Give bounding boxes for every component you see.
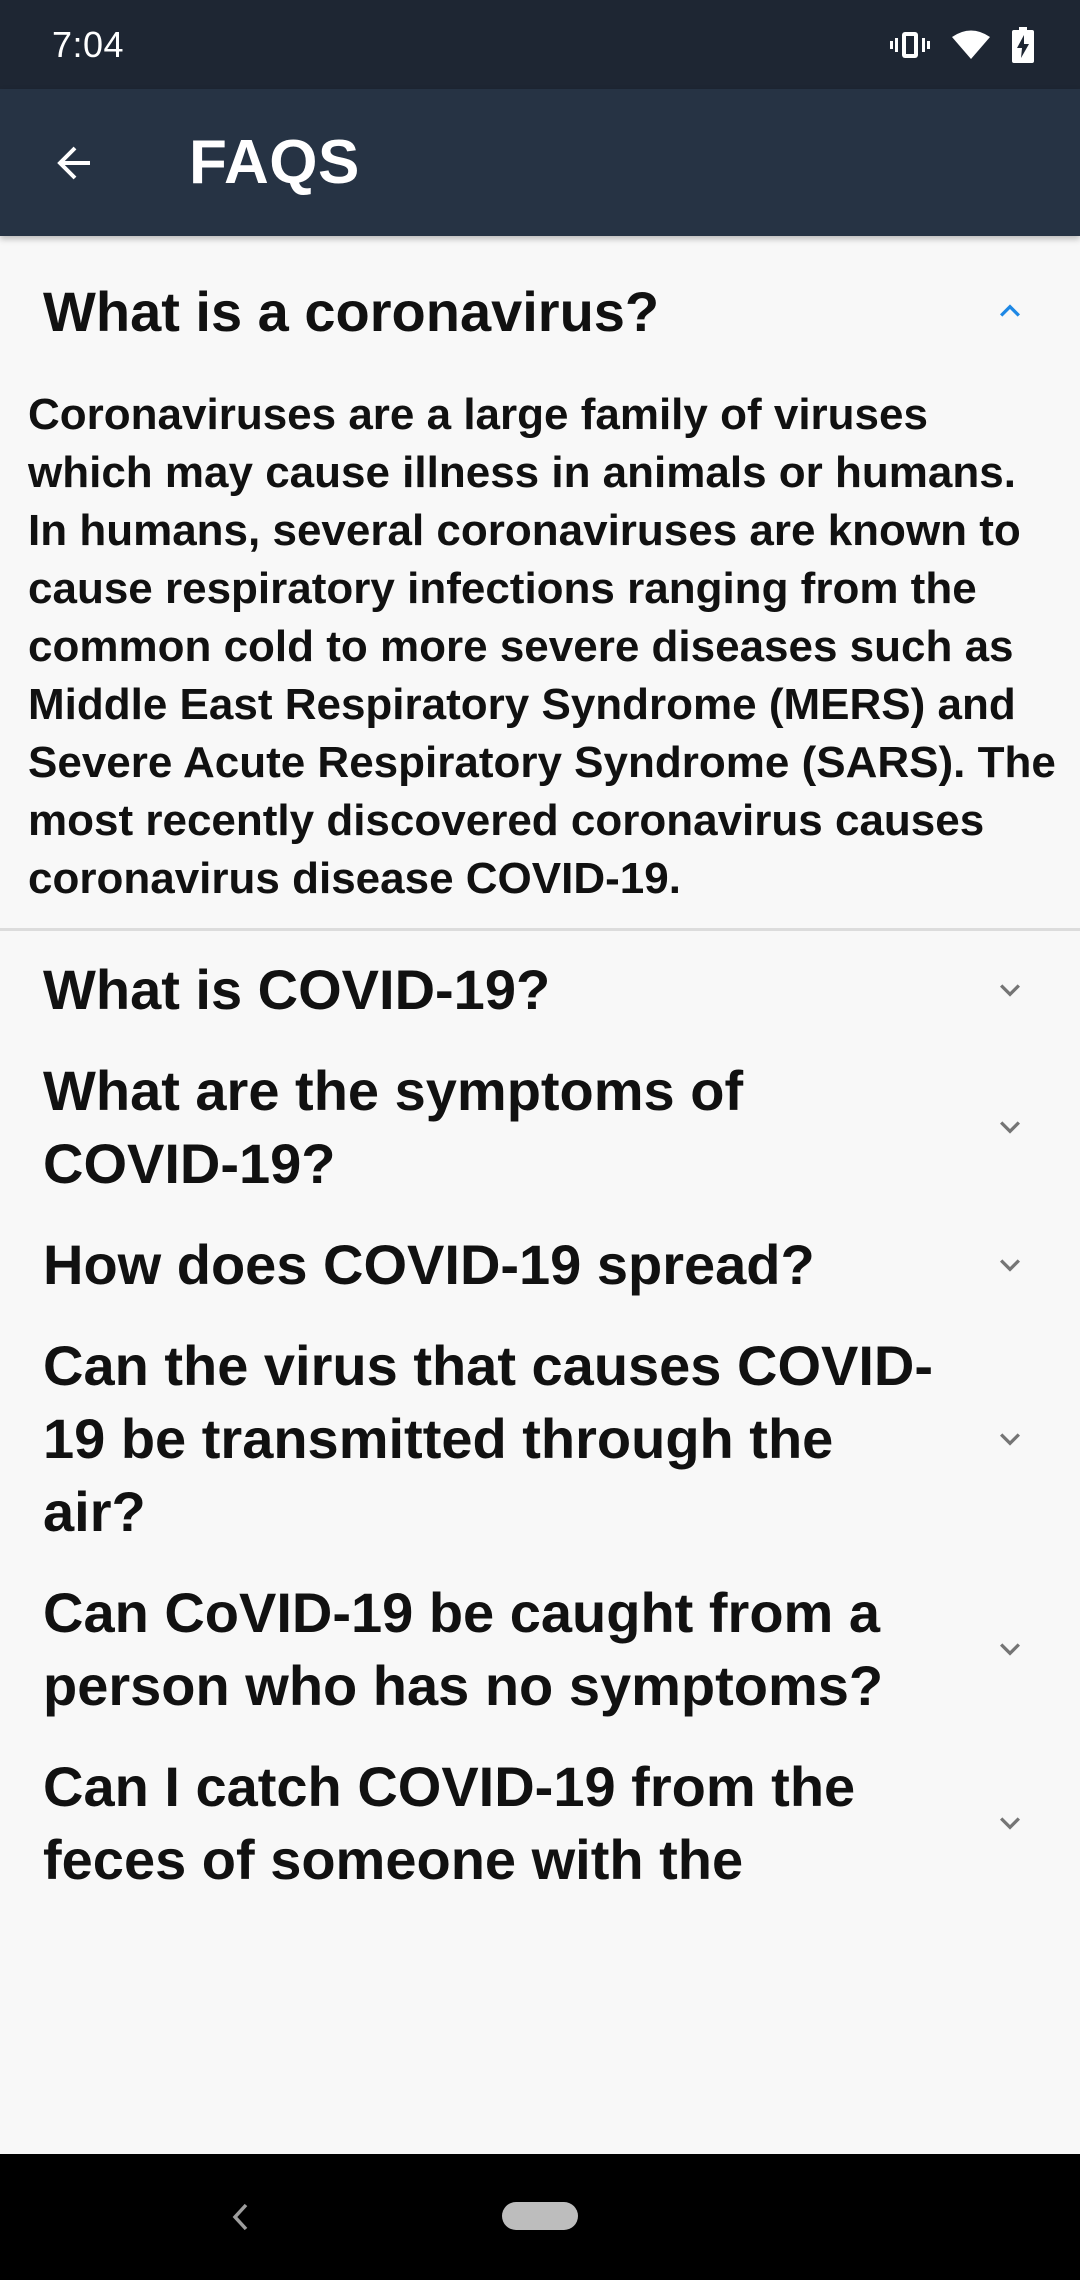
chevron-down-icon [986, 1415, 1034, 1463]
faq-item[interactable]: How does COVID-19 spread? [0, 1214, 1080, 1315]
faq-question: Can CoVID-19 be caught from a person who… [43, 1581, 884, 1717]
back-button[interactable] [26, 115, 122, 211]
faq-item[interactable]: Can I catch COVID-19 from the feces of s… [0, 1736, 1080, 1910]
faq-question: How does COVID-19 spread? [43, 1233, 815, 1296]
chevron-down-icon [986, 966, 1034, 1014]
status-time: 7:04 [52, 23, 125, 65]
chevron-down-icon [986, 1625, 1034, 1673]
faq-item: What is a coronavirus? Coronaviruses are… [0, 236, 1080, 931]
faq-question: What is a coronavirus? [43, 279, 660, 343]
chevron-down-icon [986, 1241, 1034, 1289]
faq-question: What is COVID-19? [43, 958, 551, 1021]
faq-item[interactable]: What are the symptoms of COVID-19? [0, 1040, 1080, 1214]
faq-header[interactable]: What are the symptoms of COVID-19? [0, 1040, 1080, 1214]
faq-item[interactable]: Can the virus that causes COVID-19 be tr… [0, 1315, 1080, 1562]
divider [0, 928, 1080, 931]
arrow-back-icon [57, 146, 90, 179]
battery-charging-icon [1012, 26, 1034, 63]
vibrate-icon [890, 30, 930, 60]
faq-header[interactable]: Can CoVID-19 be caught from a person who… [0, 1562, 1080, 1736]
navigation-bar [0, 2154, 1080, 2280]
faq-question: Can the virus that causes COVID-19 be tr… [43, 1334, 934, 1543]
home-pill-button[interactable] [502, 2202, 578, 2230]
faq-list[interactable]: What is a coronavirus? Coronaviruses are… [0, 236, 1080, 2154]
wifi-icon [952, 30, 990, 60]
faq-answer: Coronaviruses are a large family of viru… [28, 390, 1056, 903]
faq-header[interactable]: Can the virus that causes COVID-19 be tr… [0, 1315, 1080, 1562]
faq-question: What are the symptoms of COVID-19? [43, 1059, 744, 1195]
faq-question: Can I catch COVID-19 from the feces of s… [43, 1755, 856, 1891]
chevron-up-icon [986, 287, 1034, 335]
faq-item[interactable]: What is COVID-19? [0, 939, 1080, 1040]
nav-back-icon [232, 2203, 248, 2231]
faq-header[interactable]: Can I catch COVID-19 from the feces of s… [0, 1736, 1080, 1910]
status-icons [890, 26, 1034, 63]
chevron-down-icon [986, 1103, 1034, 1151]
nav-back-button[interactable] [216, 2192, 266, 2242]
faq-item[interactable]: Can CoVID-19 be caught from a person who… [0, 1562, 1080, 1736]
chevron-down-icon [986, 1799, 1034, 1847]
page-title: FAQS [189, 128, 360, 197]
faq-header[interactable]: What is a coronavirus? [0, 236, 1080, 386]
faq-header[interactable]: What is COVID-19? [0, 939, 1080, 1040]
status-bar: 7:04 [0, 0, 1080, 89]
app-bar: FAQS [0, 89, 1080, 236]
faq-header[interactable]: How does COVID-19 spread? [0, 1214, 1080, 1315]
